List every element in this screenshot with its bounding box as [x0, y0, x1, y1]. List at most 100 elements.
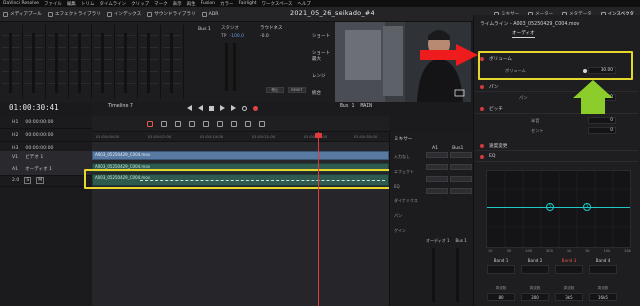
ruler-tick-label: 01:00:00:00	[96, 134, 120, 139]
playhead[interactable]	[318, 132, 319, 306]
sound-library-button[interactable]: サウンドライブラリ	[144, 7, 198, 22]
effects-library-button[interactable]: エフェクトライブラリ	[45, 7, 104, 22]
eq-graph[interactable]	[486, 170, 632, 249]
menu-item[interactable]: Fairlight	[239, 1, 257, 6]
pause-button[interactable]: 停止	[266, 87, 284, 93]
pitch-section[interactable]: ピッチ	[475, 104, 638, 114]
tab-audio[interactable]: オーディオ	[512, 30, 535, 38]
media-pool-button[interactable]: メディアプール	[0, 7, 45, 22]
mixer-slot[interactable]	[450, 176, 472, 182]
a1-strip	[426, 152, 448, 212]
bus-output-label[interactable]: Bus 1	[340, 104, 354, 109]
cent-field[interactable]: 0	[588, 127, 616, 134]
mixer-row-label: エフェクト	[394, 169, 414, 174]
razor-tool-icon[interactable]	[189, 120, 195, 127]
mixer-slot[interactable]	[426, 176, 448, 182]
band-4-type-select[interactable]	[589, 265, 617, 274]
freq-label: 30	[506, 249, 512, 253]
mixer-slot[interactable]	[450, 164, 472, 170]
fader-track[interactable]	[432, 248, 435, 302]
track-time: 00:00:00:00	[25, 119, 54, 125]
loudness-column: ラウドネス -0.0 ショート ショート最大 レンジ 統合 停止 RESET	[260, 25, 330, 97]
enable-dot[interactable]	[480, 143, 484, 148]
meter-strip	[138, 25, 161, 99]
adr-button[interactable]: ADR	[199, 7, 222, 22]
play-reverse-icon[interactable]	[198, 105, 203, 111]
mixer-slot[interactable]	[426, 152, 448, 158]
trim-tool-icon[interactable]	[175, 120, 181, 127]
loop-icon[interactable]	[242, 105, 247, 111]
mixer-slot[interactable]	[426, 188, 448, 194]
track-row[interactable]: H1 00:00:00:00	[0, 116, 92, 129]
track-controls-row: 2.0 S M	[0, 174, 92, 187]
play-icon[interactable]	[220, 105, 225, 111]
solo-button[interactable]: S	[24, 176, 32, 184]
sound-library-icon	[147, 11, 153, 17]
mixer-slot[interactable]	[426, 164, 448, 170]
freq-label: 30k	[624, 249, 631, 253]
flag-icon[interactable]	[231, 120, 237, 127]
range-tool-icon[interactable]	[161, 120, 167, 127]
semitone-field[interactable]: 0	[588, 117, 616, 124]
highlight-box-audio-clip	[84, 169, 401, 189]
track-row[interactable]: H2 00:00:00:00	[0, 129, 92, 142]
selection-tool-icon[interactable]	[147, 120, 153, 127]
link-icon[interactable]	[217, 120, 223, 127]
snap-icon[interactable]	[203, 120, 209, 127]
band-1-freq-field[interactable]: 80	[487, 293, 515, 301]
band-1-type-select[interactable]	[487, 265, 515, 274]
band-3-freq-field[interactable]: 3k5	[555, 293, 583, 301]
zoom-icon[interactable]	[259, 120, 265, 127]
eq-band-handle[interactable]: 2	[546, 203, 554, 211]
enable-dot[interactable]	[480, 84, 484, 89]
mixer-slot[interactable]	[450, 152, 472, 158]
menu-item[interactable]: ワークスペース	[262, 1, 293, 7]
marker-icon[interactable]	[245, 120, 251, 127]
mute-button[interactable]: M	[36, 176, 45, 184]
menu-item[interactable]: Fusion	[201, 1, 215, 6]
rewind-icon[interactable]	[187, 105, 192, 111]
enable-dot[interactable]	[480, 154, 484, 159]
sound-library-label: サウンドライブラリ	[154, 12, 196, 17]
enable-dot[interactable]	[480, 106, 484, 111]
ruler-tick-label: 01:00:21:00	[252, 134, 276, 139]
track-label: オーディオ 1	[25, 167, 53, 172]
band-3-type-select[interactable]	[555, 265, 583, 274]
speed-section[interactable]: 速度変更	[475, 141, 638, 151]
eq-band-handle[interactable]: 3	[583, 203, 591, 211]
record-icon[interactable]	[253, 105, 258, 111]
cent-label: セント	[531, 127, 544, 133]
mixer-slot[interactable]	[450, 188, 472, 194]
fast-forward-icon[interactable]	[231, 105, 236, 111]
video-clip[interactable]: A003_05250429_C004.mov	[92, 151, 389, 160]
timeline-ruler[interactable]: 01:00:00:00 01:00:07:00 01:00:14:00 01:0…	[92, 132, 389, 142]
ruler-tick-label: 01:00:35:00	[354, 134, 378, 139]
meter-strip	[161, 25, 184, 99]
eq-freq-axis: 10 30 100 300 1k 3k 10k 30k	[488, 249, 631, 253]
menu-item[interactable]: DaVinci Resolve	[3, 1, 39, 6]
fader-track[interactable]	[456, 248, 459, 302]
band-2-freq-field[interactable]: 300	[521, 293, 549, 301]
freq-label: 1k	[566, 249, 572, 253]
timeline-selector[interactable]: Timeline 7	[108, 104, 133, 109]
timecode-display: 01:00:30:41	[9, 103, 59, 112]
playhead-handle[interactable]	[315, 133, 322, 138]
index-button[interactable]: インデックス	[104, 7, 144, 22]
stop-icon[interactable]	[209, 105, 214, 111]
menu-item[interactable]: カラー	[220, 1, 234, 7]
band-freq-caption: 周波数	[529, 286, 541, 290]
main-output-label[interactable]: MAIN	[360, 104, 372, 109]
strip-name: Bus 1	[455, 238, 467, 243]
integrated-label: 統合	[312, 91, 321, 96]
eq-section[interactable]: EQ	[475, 152, 638, 162]
band-2-type-select[interactable]	[521, 265, 549, 274]
project-title: 2021_05_26_seikado_#4	[290, 9, 375, 17]
pan-section[interactable]: パン	[475, 82, 638, 92]
reset-button[interactable]: RESET	[288, 87, 306, 93]
short-label: ショート	[312, 34, 330, 39]
studio-column: スタジオ TP -100.0	[221, 25, 249, 95]
band-4-freq-field[interactable]: 16k5	[589, 293, 617, 301]
media-pool-icon	[3, 11, 8, 17]
menu-item[interactable]: ヘルプ	[297, 1, 311, 7]
effects-label: エフェクトライブラリ	[54, 12, 101, 17]
